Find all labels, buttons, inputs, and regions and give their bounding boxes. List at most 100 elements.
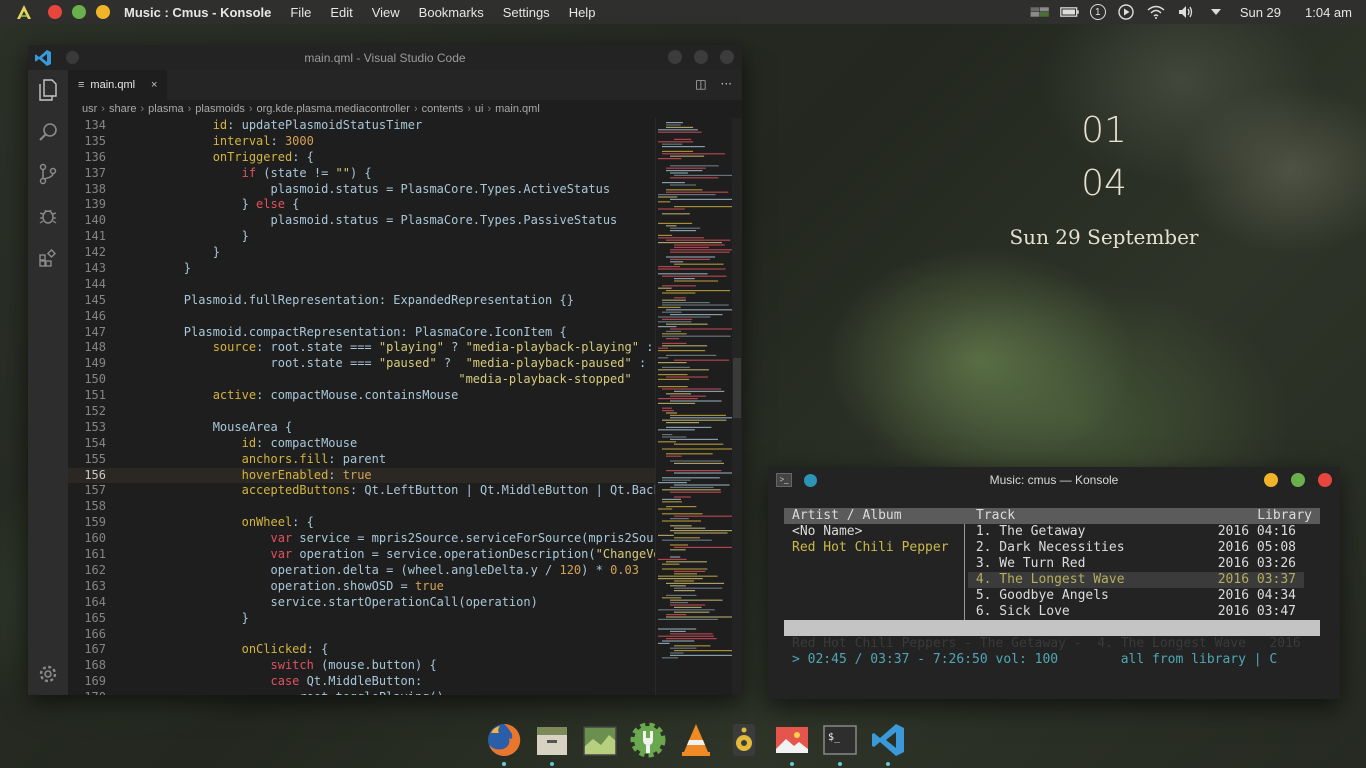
tab-main-qml[interactable]: ≡ main.qml × — [68, 70, 168, 100]
code-line[interactable]: 167 onClicked: { — [68, 642, 655, 658]
maximize-button[interactable] — [1291, 473, 1305, 487]
manage-gear-icon[interactable] — [36, 662, 60, 686]
artist-item[interactable]: Red Hot Chili Pepper — [792, 540, 949, 556]
code-line[interactable]: 162 operation.delta = (wheel.angleDelta.… — [68, 563, 655, 579]
code-line[interactable]: 156 hoverEnabled: true — [68, 467, 655, 484]
maximize-button[interactable] — [72, 5, 86, 19]
close-button[interactable] — [720, 50, 734, 64]
code-line[interactable]: 166 — [68, 627, 655, 643]
code-line[interactable]: 136 onTriggered: { — [68, 150, 655, 166]
track-row[interactable]: Red Hot Chili Pepper 2. Dark Necessities… — [784, 540, 1320, 556]
search-icon[interactable] — [36, 120, 60, 144]
code-line[interactable]: 141 } — [68, 229, 655, 245]
artist-item[interactable]: <No Name> — [792, 524, 862, 540]
breadcrumb-item[interactable]: plasma — [148, 103, 183, 115]
breadcrumb-item[interactable]: share — [109, 103, 137, 115]
code-line[interactable]: 155 anchors.fill: parent — [68, 452, 655, 468]
code-line[interactable]: 168 switch (mouse.button) { — [68, 658, 655, 674]
breadcrumb-item[interactable]: plasmoids — [195, 103, 245, 115]
firefox-icon[interactable] — [484, 720, 524, 766]
code-line[interactable]: 139 } else { — [68, 197, 655, 213]
close-button[interactable] — [1318, 473, 1332, 487]
code-line[interactable]: 135 interval: 3000 — [68, 134, 655, 150]
vscode-titlebar[interactable]: main.qml - Visual Studio Code — [28, 45, 742, 70]
menu-help[interactable]: Help — [569, 5, 596, 20]
code-line[interactable]: 164 service.startOperationCall(operation… — [68, 595, 655, 611]
vlc-icon[interactable] — [676, 720, 716, 760]
code-line[interactable]: 152 — [68, 404, 655, 420]
code-line[interactable]: 144 — [68, 277, 655, 293]
menu-settings[interactable]: Settings — [503, 5, 550, 20]
debug-icon[interactable] — [36, 204, 60, 228]
code-line[interactable]: 153 MouseArea { — [68, 420, 655, 436]
code-line[interactable]: 170 root.togglePlaying() — [68, 690, 655, 695]
breadcrumb-item[interactable]: ui — [475, 103, 484, 115]
code-line[interactable]: 149 root.state === "paused" ? "media-pla… — [68, 356, 655, 372]
code-line[interactable]: 159 onWheel: { — [68, 515, 655, 531]
volume-icon[interactable] — [1176, 4, 1196, 20]
code-line[interactable]: 150 "media-playback-stopped" — [68, 372, 655, 388]
konsole-titlebar[interactable]: >_ Music: cmus — Konsole — [768, 467, 1340, 493]
menu-bookmarks[interactable]: Bookmarks — [419, 5, 484, 20]
code-line[interactable]: 145 Plasmoid.fullRepresentation: Expande… — [68, 293, 655, 309]
code-line[interactable]: 161 var operation = service.operationDes… — [68, 547, 655, 563]
code-line[interactable]: 165 } — [68, 611, 655, 627]
code-line[interactable]: 154 id: compactMouse — [68, 436, 655, 452]
breadcrumb-item[interactable]: main.qml — [495, 103, 540, 115]
terminal-content[interactable]: Artist / Album Track Library <No Name> 1… — [784, 508, 1320, 667]
battery-icon[interactable] — [1060, 4, 1080, 20]
menu-file[interactable]: File — [290, 5, 311, 20]
code-line[interactable]: 140 plasmoid.status = PlasmaCore.Types.P… — [68, 213, 655, 229]
photos-icon[interactable] — [772, 720, 812, 766]
track-row[interactable]: 4. The Longest Wave 2016 03:37 — [784, 572, 1320, 588]
code-line[interactable]: 160 var service = mpris2Source.serviceFo… — [68, 531, 655, 547]
code-line[interactable]: 138 plasmoid.status = PlasmaCore.Types.A… — [68, 182, 655, 198]
pager-icon[interactable] — [1030, 4, 1050, 20]
menu-view[interactable]: View — [372, 5, 400, 20]
wifi-icon[interactable] — [1146, 4, 1166, 20]
keep-above-button[interactable] — [804, 474, 817, 487]
panel-date[interactable]: Sun 29 — [1240, 5, 1281, 20]
minimize-button[interactable] — [96, 5, 110, 19]
extensions-icon[interactable] — [36, 246, 60, 270]
speaker-icon[interactable] — [724, 720, 764, 760]
breadcrumb-item[interactable]: org.kde.plasma.mediacontroller — [257, 103, 410, 115]
code-editor[interactable]: 134 id: updatePlasmoidStatusTimer 135 int… — [68, 118, 655, 695]
minimize-button[interactable] — [1264, 473, 1278, 487]
code-line[interactable]: 157 acceptedButtons: Qt.LeftButton | Qt.… — [68, 483, 655, 499]
track-row[interactable]: 6. Sick Love 2016 03:47 — [784, 604, 1320, 620]
code-line[interactable]: 158 — [68, 499, 655, 515]
notifications-icon[interactable]: 1 — [1089, 4, 1106, 20]
track-row[interactable]: 5. Goodbye Angels 2016 04:34 — [784, 588, 1320, 604]
settings-icon[interactable] — [628, 720, 668, 760]
tab-close-icon[interactable]: × — [151, 79, 157, 91]
vscode-icon[interactable] — [868, 720, 908, 766]
track-row[interactable]: 3. We Turn Red 2016 03:26 — [784, 556, 1320, 572]
image-viewer-icon[interactable] — [580, 720, 620, 760]
code-line[interactable]: 169 case Qt.MiddleButton: — [68, 674, 655, 690]
minimap[interactable] — [655, 118, 742, 695]
terminal-icon[interactable]: $_ — [820, 720, 860, 766]
code-line[interactable]: 151 active: compactMouse.containsMouse — [68, 388, 655, 404]
code-line[interactable]: 142 } — [68, 245, 655, 261]
source-control-icon[interactable] — [36, 162, 60, 186]
code-line[interactable]: 147 Plasmoid.compactRepresentation: Plas… — [68, 325, 655, 341]
minimize-button[interactable] — [668, 50, 682, 64]
split-editor-icon[interactable]: ◫ — [695, 77, 706, 91]
code-line[interactable]: 163 operation.showOSD = true — [68, 579, 655, 595]
vertical-scrollbar[interactable] — [732, 118, 742, 695]
window-menu-icon[interactable] — [66, 51, 79, 64]
breadcrumb-item[interactable]: contents — [422, 103, 464, 115]
menu-edit[interactable]: Edit — [330, 5, 352, 20]
code-line[interactable]: 137 if (state != "") { — [68, 166, 655, 182]
app-launcher-icon[interactable] — [10, 0, 38, 24]
close-button[interactable] — [48, 5, 62, 19]
code-line[interactable]: 134 id: updatePlasmoidStatusTimer — [68, 118, 655, 134]
breadcrumb-item[interactable]: usr — [82, 103, 97, 115]
code-line[interactable]: 148 source: root.state === "playing" ? "… — [68, 340, 655, 356]
scroll-thumb[interactable] — [733, 358, 741, 418]
more-actions-icon[interactable]: ··· — [721, 77, 732, 91]
track-row[interactable]: <No Name> 1. The Getaway 2016 04:16 — [784, 524, 1320, 540]
maximize-button[interactable] — [694, 50, 708, 64]
files-icon[interactable] — [532, 720, 572, 766]
